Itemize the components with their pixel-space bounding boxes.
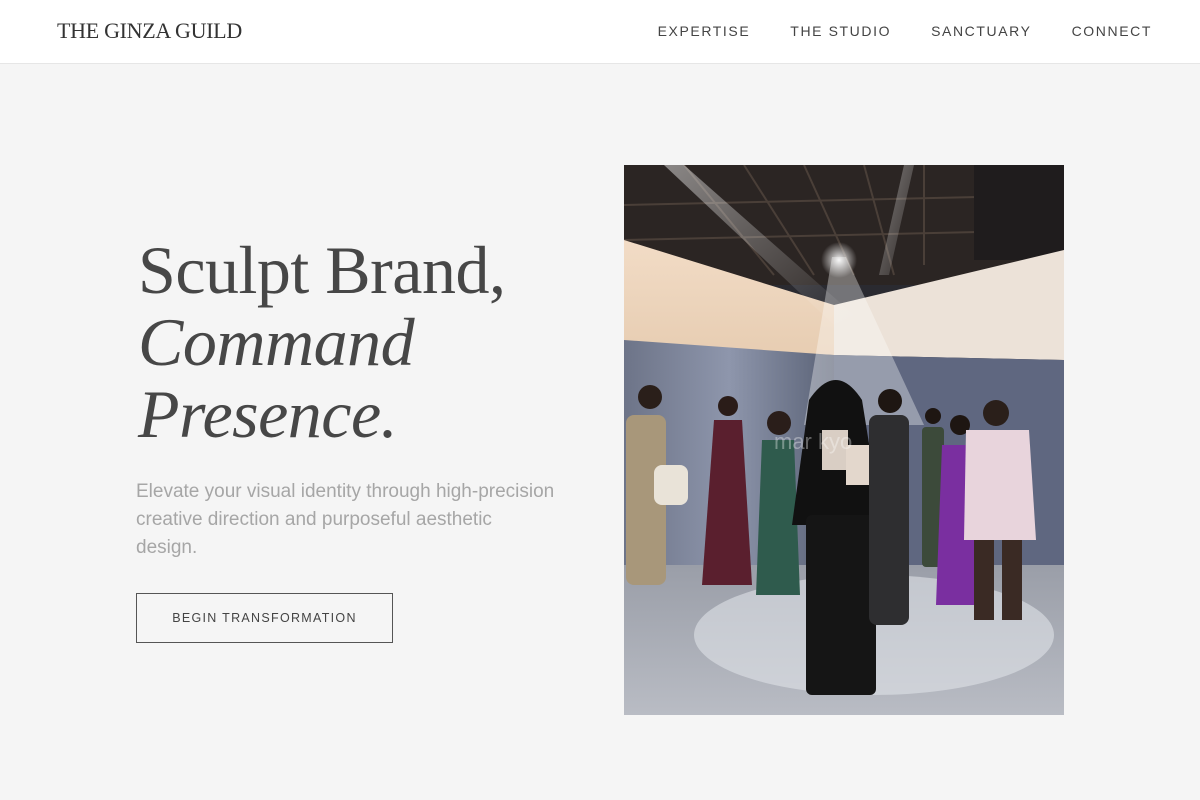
begin-transformation-button[interactable]: BEGIN TRANSFORMATION bbox=[136, 593, 393, 643]
hero-photo: mar kyo bbox=[624, 165, 1064, 715]
hero-title-line-2: Command bbox=[138, 304, 415, 380]
nav-link-connect[interactable]: CONNECT bbox=[1072, 23, 1152, 39]
site-header: THE GINZA GUILD EXPERTISE THE STUDIO SAN… bbox=[0, 0, 1200, 64]
hero-title-line-1: Sculpt Brand, bbox=[138, 232, 506, 308]
main-nav: EXPERTISE THE STUDIO SANCTUARY CONNECT bbox=[658, 23, 1152, 39]
photo-watermark: mar kyo bbox=[774, 429, 852, 454]
nav-link-the-studio[interactable]: THE STUDIO bbox=[790, 23, 891, 39]
hero-title: Sculpt Brand, Command Presence. bbox=[138, 232, 506, 452]
nav-link-expertise[interactable]: EXPERTISE bbox=[658, 23, 751, 39]
hero-title-line-3: Presence. bbox=[138, 376, 398, 452]
brand-logo[interactable]: THE GINZA GUILD bbox=[57, 18, 242, 44]
fashion-show-photo-illustration: mar kyo bbox=[624, 165, 1064, 715]
hero-subtitle: Elevate your visual identity through hig… bbox=[136, 481, 555, 558]
nav-link-sanctuary[interactable]: SANCTUARY bbox=[931, 23, 1032, 39]
